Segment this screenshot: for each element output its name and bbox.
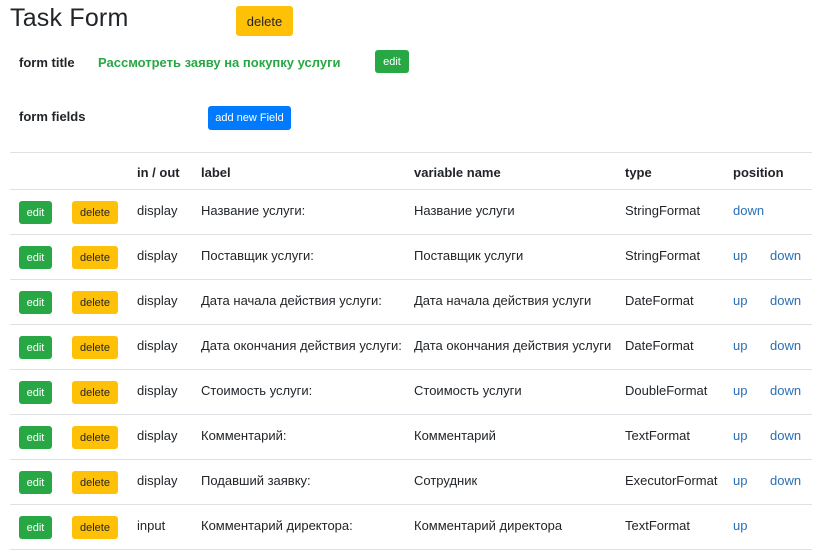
cell-type: DateFormat — [625, 338, 694, 353]
edit-title-button[interactable]: edit — [375, 50, 409, 73]
form-fields-label: form fields — [19, 109, 86, 124]
cell-in-out: display — [137, 293, 178, 308]
move-down-link[interactable]: down — [770, 473, 801, 488]
row-edit-button[interactable]: edit — [19, 426, 52, 449]
add-new-field-button[interactable]: add new Field — [208, 106, 291, 130]
row-edit-button[interactable]: edit — [19, 246, 52, 269]
cell-variable-name: Комментарий директора — [414, 518, 563, 533]
header-position: position — [733, 165, 784, 180]
cell-type: DoubleFormat — [625, 383, 708, 398]
cell-label: Подавший заявку: — [201, 473, 311, 488]
cell-type: DateFormat — [625, 293, 694, 308]
cell-label: Стоимость услуги: — [201, 383, 313, 398]
header-in-out: in / out — [137, 165, 180, 180]
cell-variable-name: Стоимость услуги — [414, 383, 522, 398]
row-edit-button[interactable]: edit — [19, 471, 52, 494]
cell-type: StringFormat — [625, 203, 701, 218]
row-edit-button[interactable]: edit — [19, 336, 52, 359]
move-up-link[interactable]: up — [733, 248, 747, 263]
move-up-link[interactable]: up — [733, 383, 747, 398]
row-delete-button[interactable]: delete — [72, 471, 118, 494]
cell-type: TextFormat — [625, 428, 691, 443]
move-up-link[interactable]: up — [733, 293, 747, 308]
row-delete-button[interactable]: delete — [72, 291, 118, 314]
cell-in-out: display — [137, 383, 178, 398]
header-label: label — [201, 165, 231, 180]
move-up-link[interactable]: up — [733, 338, 747, 353]
row-delete-button[interactable]: delete — [72, 336, 118, 359]
table-row: edit delete display Поставщик услуги: По… — [10, 235, 812, 280]
cell-variable-name: Поставщик услуги — [414, 248, 524, 263]
cell-in-out: display — [137, 338, 178, 353]
move-down-link[interactable]: down — [770, 338, 801, 353]
row-edit-button[interactable]: edit — [19, 516, 52, 539]
table-row: edit delete display Дата окончания дейст… — [10, 325, 812, 370]
cell-label: Комментарий: — [201, 428, 287, 443]
row-delete-button[interactable]: delete — [72, 201, 118, 224]
cell-variable-name: Комментарий — [414, 428, 496, 443]
cell-in-out: display — [137, 473, 178, 488]
cell-variable-name: Дата начала действия услуги — [414, 293, 592, 308]
table-header: in / out label variable name type positi… — [10, 153, 812, 190]
table-row: edit delete display Название услуги: Наз… — [10, 190, 812, 235]
cell-in-out: display — [137, 428, 178, 443]
move-up-link[interactable]: up — [733, 473, 747, 488]
row-delete-button[interactable]: delete — [72, 246, 118, 269]
cell-in-out: display — [137, 248, 178, 263]
row-edit-button[interactable]: edit — [19, 201, 52, 224]
fields-table: in / out label variable name type positi… — [10, 152, 812, 550]
table-row: edit delete display Стоимость услуги: Ст… — [10, 370, 812, 415]
cell-in-out: display — [137, 203, 178, 218]
cell-label: Комментарий директора: — [201, 518, 353, 533]
table-row: edit delete display Подавший заявку: Сот… — [10, 460, 812, 505]
move-down-link[interactable]: down — [733, 203, 764, 218]
form-title-value: Рассмотреть заяву на покупку услуги — [98, 55, 341, 70]
cell-label: Дата начала действия услуги: — [201, 293, 382, 308]
delete-form-button[interactable]: delete — [236, 6, 293, 36]
move-down-link[interactable]: down — [770, 383, 801, 398]
move-down-link[interactable]: down — [770, 293, 801, 308]
cell-variable-name: Дата окончания действия услуги — [414, 338, 612, 353]
row-edit-button[interactable]: edit — [19, 291, 52, 314]
header-variable-name: variable name — [414, 165, 501, 180]
table-row: edit delete display Дата начала действия… — [10, 280, 812, 325]
cell-type: StringFormat — [625, 248, 701, 263]
page-title: Task Form — [10, 4, 129, 32]
cell-label: Поставщик услуги: — [201, 248, 314, 263]
table-row: edit delete input Комментарий директора:… — [10, 505, 812, 550]
row-delete-button[interactable]: delete — [72, 426, 118, 449]
row-delete-button[interactable]: delete — [72, 381, 118, 404]
move-up-link[interactable]: up — [733, 428, 747, 443]
cell-in-out: input — [137, 518, 166, 533]
cell-type: ExecutorFormat — [625, 473, 718, 488]
row-delete-button[interactable]: delete — [72, 516, 118, 539]
cell-variable-name: Название услуги — [414, 203, 515, 218]
cell-label: Название услуги: — [201, 203, 306, 218]
move-up-link[interactable]: up — [733, 518, 747, 533]
form-title-label: form title — [19, 55, 75, 70]
cell-type: TextFormat — [625, 518, 691, 533]
move-down-link[interactable]: down — [770, 428, 801, 443]
header-type: type — [625, 165, 652, 180]
cell-label: Дата окончания действия услуги: — [201, 338, 402, 353]
table-row: edit delete display Комментарий: Коммент… — [10, 415, 812, 460]
row-edit-button[interactable]: edit — [19, 381, 52, 404]
move-down-link[interactable]: down — [770, 248, 801, 263]
cell-variable-name: Сотрудник — [414, 473, 478, 488]
